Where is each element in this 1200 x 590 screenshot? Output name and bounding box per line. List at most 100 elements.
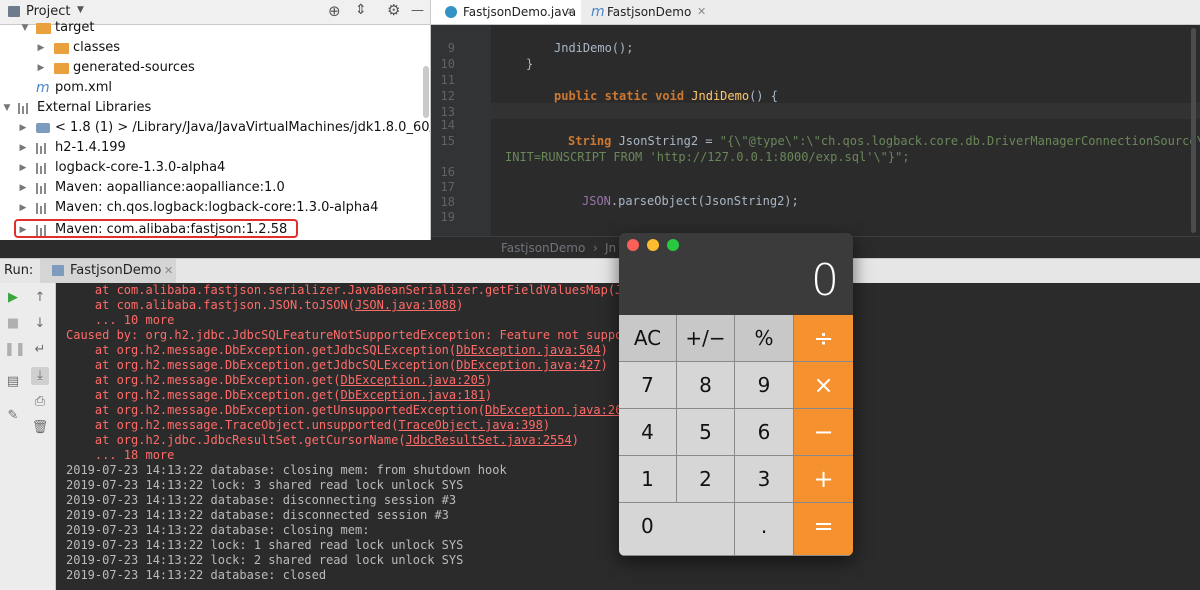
collapse-arrow-icon[interactable]: ▶ <box>18 198 28 218</box>
key-7-button[interactable]: 7 <box>619 362 677 409</box>
stacktrace-link[interactable]: DbException.java:205 <box>341 373 486 387</box>
expand-arrow-icon[interactable]: ▼ <box>20 18 30 38</box>
rerun-icon[interactable]: ▶ <box>4 289 22 307</box>
highlight-box <box>14 219 298 238</box>
key-5-button[interactable]: 5 <box>677 409 735 456</box>
key-equals-button[interactable]: = <box>794 503 853 556</box>
code-line[interactable]: JndiDemo(); <box>554 41 633 55</box>
key-9-button[interactable]: 9 <box>735 362 794 409</box>
console-text: at org.h2.message.DbException.getJdbcSQL… <box>66 343 457 357</box>
close-tab-icon[interactable]: ✕ <box>566 0 575 24</box>
key-minus-button[interactable]: − <box>794 409 853 456</box>
code-line[interactable]: JSON.parseObject(JsonString2); <box>582 194 799 208</box>
project-dropdown-icon[interactable]: ▼ <box>77 5 84 15</box>
key-8-button[interactable]: 8 <box>677 362 735 409</box>
stacktrace-link[interactable]: JdbcResultSet.java:2554 <box>406 433 572 447</box>
stacktrace-link[interactable]: TraceObject.java:398 <box>398 418 543 432</box>
scroll-up-icon[interactable]: ↑ <box>31 289 49 307</box>
code-line[interactable]: String JsonString2 = "{\"@type\":\"ch.qo… <box>568 134 1200 148</box>
collapse-arrow-icon[interactable]: ▶ <box>36 58 46 78</box>
pin-icon[interactable]: ✎ <box>4 407 22 425</box>
tree-label: pom.xml <box>55 80 112 95</box>
print-icon[interactable]: ⎙ <box>31 393 49 411</box>
maximize-window-icon[interactable] <box>667 239 679 251</box>
console-error-line: at com.alibaba.fastjson.serializer.JavaB… <box>66 283 630 298</box>
console-text: at org.h2.message.DbException.getJdbcSQL… <box>66 358 457 372</box>
console-text: ... 18 more <box>66 448 175 462</box>
key-multiply-button[interactable]: × <box>794 362 853 409</box>
tree-item-pom[interactable]: m pom.xml <box>0 78 430 98</box>
tree-item-logback-core[interactable]: ▶ logback-core-1.3.0-alpha4 <box>0 158 430 178</box>
collapse-arrow-icon[interactable]: ▶ <box>18 138 28 158</box>
line-number: 19 <box>440 210 455 224</box>
key-0-button[interactable]: 0 <box>619 503 735 556</box>
tree-item-h2[interactable]: ▶ h2-1.4.199 <box>0 138 430 158</box>
tree-item-generated-sources[interactable]: ▶ generated-sources <box>0 58 430 78</box>
editor-scrollbar[interactable] <box>1191 28 1196 233</box>
key-sign-button[interactable]: +/− <box>677 315 735 362</box>
breadcrumb-item[interactable]: FastjsonDemo <box>501 237 585 259</box>
tree-label: classes <box>73 40 121 55</box>
minimize-window-icon[interactable] <box>647 239 659 251</box>
tree-item-maven-logback[interactable]: ▶ Maven: ch.qos.logback:logback-core:1.3… <box>0 198 430 218</box>
key-6-button[interactable]: 6 <box>735 409 794 456</box>
tab-label: FastjsonDemo <box>607 5 692 19</box>
collapse-arrow-icon[interactable]: ▶ <box>18 178 28 198</box>
close-tab-icon[interactable]: ✕ <box>697 0 706 24</box>
collapse-arrow-icon[interactable]: ▶ <box>36 38 46 58</box>
key-3-button[interactable]: 3 <box>735 456 794 503</box>
close-tab-icon[interactable]: ✕ <box>164 264 173 277</box>
collapse-arrow-icon[interactable]: ▶ <box>18 158 28 178</box>
tree-label: < 1.8 (1) > /Library/Java/JavaVirtualMac… <box>55 120 430 135</box>
breadcrumb-item[interactable]: Jn <box>605 237 616 259</box>
key-ac-button[interactable]: AC <box>619 315 677 362</box>
folder-icon <box>54 63 69 74</box>
console-error-line: at org.h2.message.DbException.get(DbExce… <box>66 373 492 388</box>
scroll-down-icon[interactable]: ↓ <box>31 315 49 333</box>
tree-item-target[interactable]: ▼ target <box>0 18 430 38</box>
code-line[interactable]: } <box>526 57 533 71</box>
key-dot-button[interactable]: . <box>735 503 794 556</box>
stacktrace-link[interactable]: DbException.java:269 <box>485 403 630 417</box>
console-text: ) <box>600 358 608 372</box>
project-title[interactable]: Project <box>26 4 70 19</box>
key-plus-button[interactable]: + <box>794 456 853 503</box>
layout-icon[interactable]: ▤ <box>4 373 22 391</box>
soft-wrap-icon[interactable]: ↵ <box>31 341 49 359</box>
code-line[interactable]: public static void JndiDemo() { <box>554 89 778 103</box>
collapse-all-icon[interactable]: ⇕ <box>355 2 367 18</box>
tab-fastjsondemo-java[interactable]: FastjsonDemo.java ✕ <box>431 0 581 24</box>
tree-item-external-libraries[interactable]: ▼ External Libraries <box>0 98 430 118</box>
clear-all-icon[interactable]: 🗑 <box>31 419 49 437</box>
stacktrace-link[interactable]: DbException.java:504 <box>456 343 601 357</box>
run-tab[interactable]: FastjsonDemo ✕ <box>40 259 176 283</box>
tree-scrollbar[interactable] <box>423 66 429 118</box>
expand-arrow-icon[interactable]: ▼ <box>2 98 12 118</box>
stop-icon[interactable]: ■ <box>4 315 22 333</box>
console-error-line: ... 18 more <box>66 448 174 463</box>
collapse-arrow-icon[interactable]: ▶ <box>18 118 28 138</box>
tree-item-classes[interactable]: ▶ classes <box>0 38 430 58</box>
close-window-icon[interactable] <box>627 239 639 251</box>
stacktrace-link[interactable]: JSON.java:1088 <box>355 298 456 312</box>
key-percent-button[interactable]: % <box>735 315 794 362</box>
tab-fastjsondemo-maven[interactable]: m FastjsonDemo ✕ <box>583 0 707 24</box>
tree-item-jdk[interactable]: ▶ < 1.8 (1) > /Library/Java/JavaVirtualM… <box>0 118 430 138</box>
key-divide-button[interactable]: ÷ <box>794 315 853 362</box>
tree-item-aopalliance[interactable]: ▶ Maven: aopalliance:aopalliance:1.0 <box>0 178 430 198</box>
key-2-button[interactable]: 2 <box>677 456 735 503</box>
console-text: ... 10 more <box>66 313 175 327</box>
stacktrace-link[interactable]: DbException.java:427 <box>456 358 601 372</box>
stacktrace-link[interactable]: DbException.java:181 <box>341 388 486 402</box>
key-4-button[interactable]: 4 <box>619 409 677 456</box>
scroll-to-end-icon[interactable]: ⤓ <box>31 367 49 385</box>
console-text: ) <box>456 298 464 312</box>
settings-gear-icon[interactable]: ⚙ <box>387 1 400 19</box>
pause-icon[interactable]: ❚❚ <box>4 341 26 359</box>
code-text: JsonString2 = <box>618 134 720 148</box>
console-log-line: 2019-07-23 14:13:22 database: closing me… <box>66 463 507 478</box>
code-line[interactable]: INIT=RUNSCRIPT FROM 'http://127.0.0.1:80… <box>505 150 910 164</box>
console-error-line: at org.h2.message.DbException.getUnsuppo… <box>66 403 630 418</box>
key-1-button[interactable]: 1 <box>619 456 677 503</box>
hide-panel-icon[interactable]: — <box>411 3 424 18</box>
